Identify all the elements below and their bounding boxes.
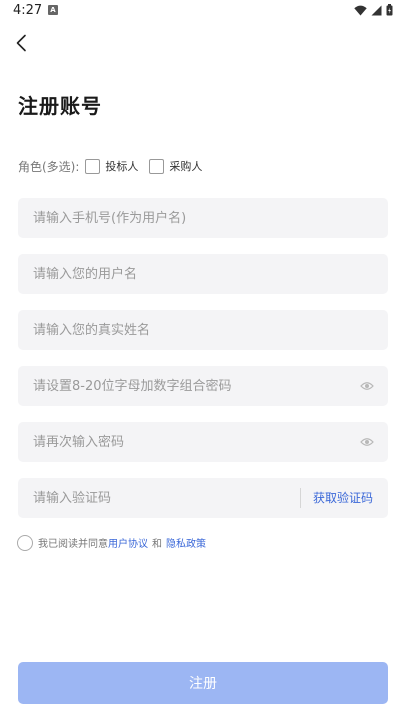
divider [300, 488, 301, 508]
realname-field-container [18, 310, 388, 350]
phone-field-container [18, 198, 388, 238]
bidder-checkbox[interactable] [85, 158, 101, 174]
confirm-password-field-container [18, 422, 388, 462]
code-field-container: 获取验证码 [18, 478, 388, 518]
user-agreement-link[interactable]: 用户协议 [108, 535, 148, 550]
role-option-bidder[interactable]: 投标人 [85, 158, 138, 174]
phone-input[interactable] [33, 198, 333, 238]
confirm-password-input[interactable] [33, 422, 333, 462]
agreement-row: 我已阅读并同意 用户协议 和 隐私政策 [17, 534, 206, 551]
status-icons [354, 4, 393, 16]
register-button[interactable]: 注册 [18, 662, 388, 704]
verification-code-input[interactable] [33, 478, 283, 518]
wifi-icon [354, 5, 367, 15]
role-label: 角色(多选): [18, 159, 80, 174]
realname-input[interactable] [33, 310, 333, 350]
eye-icon[interactable] [360, 435, 374, 449]
get-code-button[interactable]: 获取验证码 [313, 478, 373, 518]
battery-icon [386, 4, 393, 16]
password-field-container [18, 366, 388, 406]
purchaser-checkbox[interactable] [149, 158, 165, 174]
chevron-left-icon [16, 34, 26, 52]
agreement-and: 和 [152, 539, 162, 550]
bidder-label: 投标人 [105, 160, 139, 173]
page-title: 注册账号 [18, 94, 102, 118]
role-option-purchaser[interactable]: 采购人 [149, 158, 202, 174]
username-input[interactable] [33, 254, 333, 294]
agree-radio[interactable] [17, 534, 33, 551]
status-time: 4:27 [13, 3, 43, 18]
purchaser-label: 采购人 [169, 160, 203, 173]
role-selector: 角色(多选): 投标人 采购人 [18, 157, 213, 175]
notification-a-icon: A [48, 5, 58, 15]
signal-icon [371, 5, 382, 15]
eye-icon[interactable] [360, 379, 374, 393]
username-field-container [18, 254, 388, 294]
password-input[interactable] [33, 366, 333, 406]
agreement-prefix: 我已阅读并同意 [38, 539, 108, 550]
privacy-policy-link[interactable]: 隐私政策 [166, 535, 206, 550]
status-bar: 4:27 A [0, 0, 405, 22]
back-button[interactable] [8, 30, 34, 56]
